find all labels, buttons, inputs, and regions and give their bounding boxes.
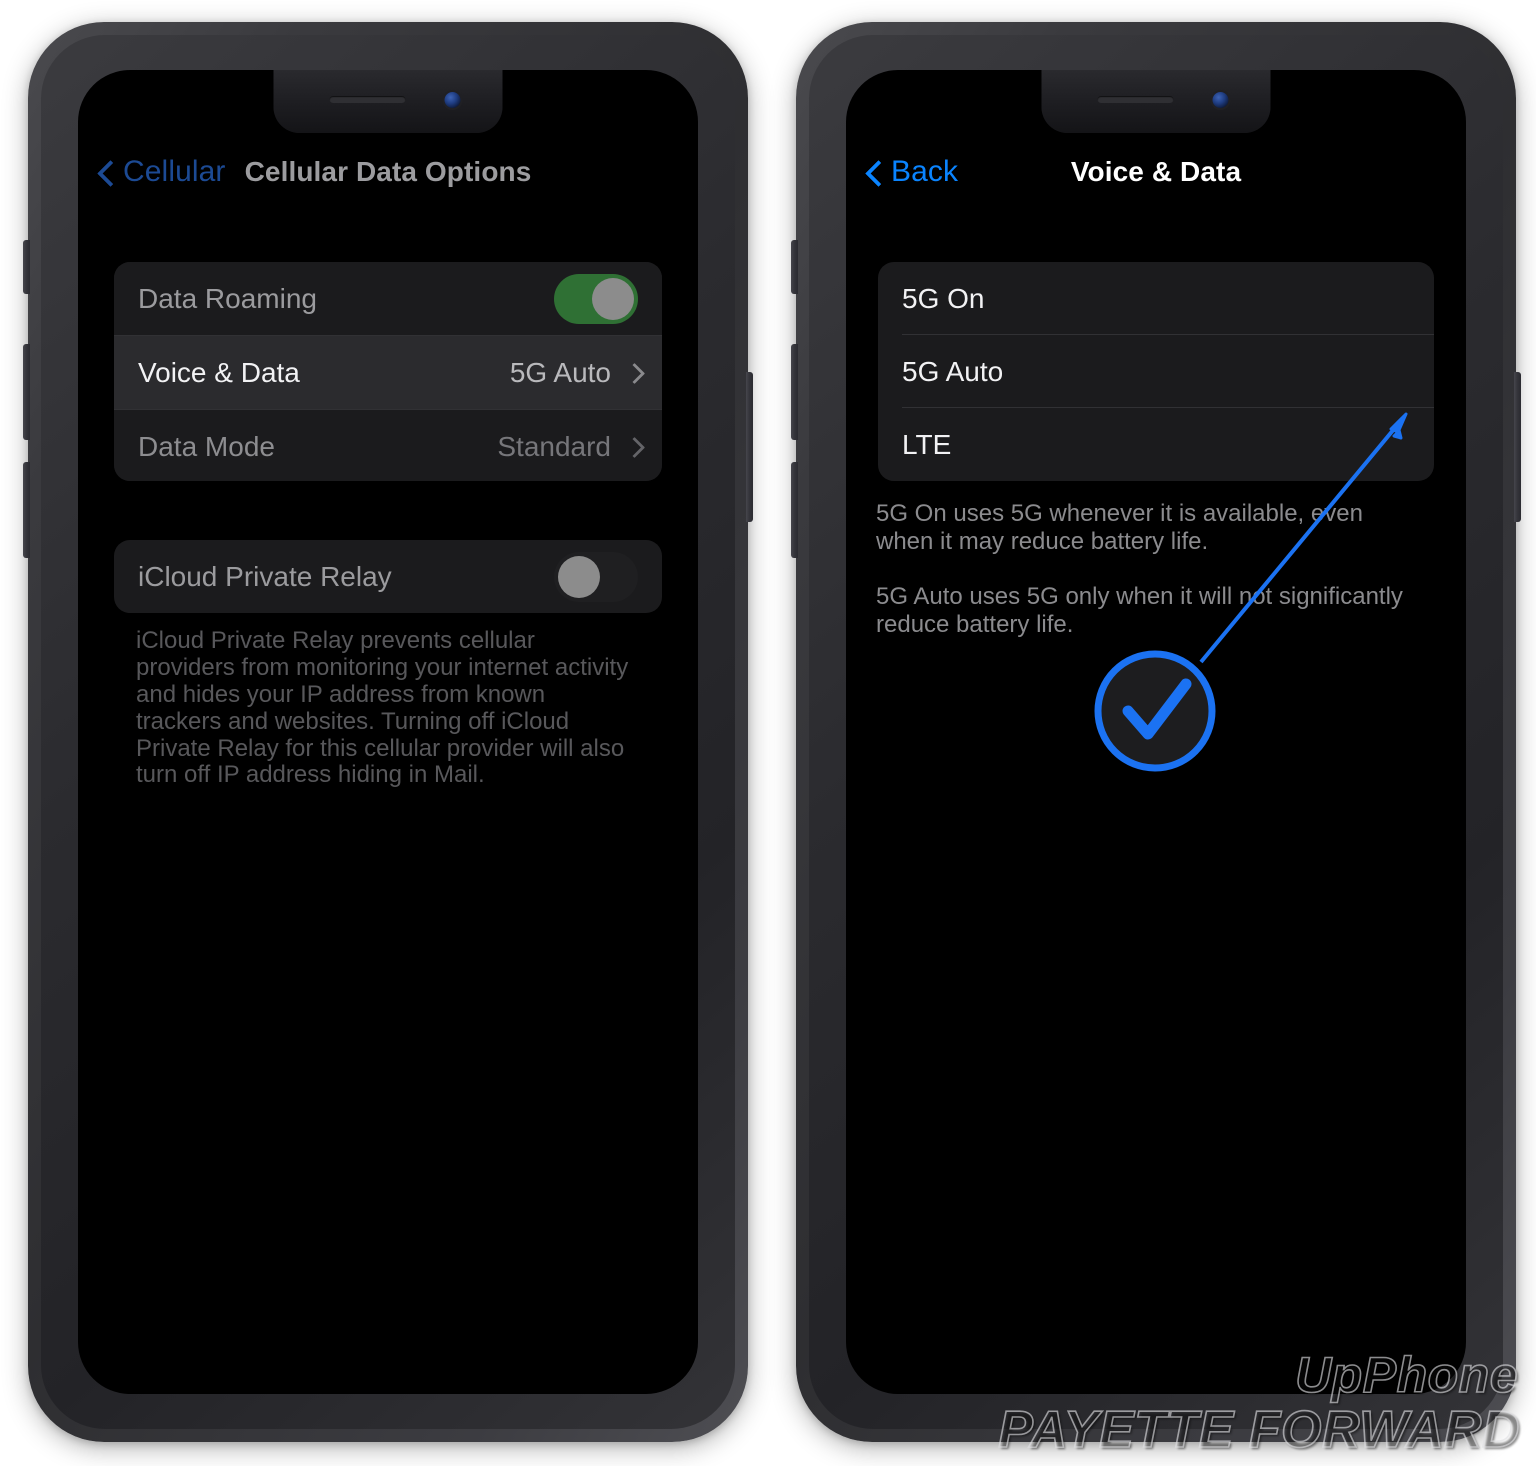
volume-up-button[interactable] <box>791 344 798 440</box>
row-voice-and-data[interactable]: Voice & Data 5G Auto <box>114 335 662 410</box>
chevron-right-icon <box>627 363 638 382</box>
option-5g-on[interactable]: 5G On <box>878 262 1434 335</box>
settings-group-private-relay: iCloud Private Relay <box>114 540 662 613</box>
volume-up-button[interactable] <box>23 344 30 440</box>
row-data-roaming[interactable]: Data Roaming <box>114 262 662 335</box>
phone-right: Back Voice & Data 5G On 5G Auto LTE 5G O… <box>791 22 1521 1442</box>
row-voice-and-data-value: 5G Auto <box>509 356 611 388</box>
watermark-payette-forward: PAYETTE FORWARD <box>997 1400 1520 1460</box>
row-data-mode-value: Standard <box>497 430 611 462</box>
row-data-mode-label: Data Mode <box>138 430 275 462</box>
settings-group-cellular-data: Data Roaming Voice & Data 5G Auto Data M… <box>114 262 662 481</box>
row-icloud-private-relay[interactable]: iCloud Private Relay <box>114 540 662 613</box>
phone-right-screen: Back Voice & Data 5G On 5G Auto LTE 5G O… <box>846 70 1466 1394</box>
voice-data-options-list: 5G On 5G Auto LTE <box>878 262 1434 481</box>
power-button[interactable] <box>1514 372 1521 522</box>
option-lte-label: LTE <box>902 428 952 460</box>
notch <box>1041 70 1271 133</box>
navigation-bar-left: Cellular Cellular Data Options <box>78 148 698 196</box>
navigation-bar-right: Back Voice & Data <box>846 148 1466 196</box>
description-paragraph-1: 5G On uses 5G whenever it is available, … <box>876 500 1363 556</box>
icloud-private-relay-toggle[interactable] <box>554 551 638 602</box>
earpiece-speaker-icon <box>329 96 406 103</box>
row-voice-and-data-label: Voice & Data <box>138 356 300 388</box>
option-5g-auto-label: 5G Auto <box>902 355 1004 387</box>
page-title-left: Cellular Data Options <box>244 156 532 187</box>
volume-down-button[interactable] <box>23 462 30 558</box>
data-roaming-toggle[interactable] <box>554 273 638 324</box>
row-data-mode[interactable]: Data Mode Standard <box>114 410 662 481</box>
option-lte[interactable]: LTE <box>878 408 1434 481</box>
volume-down-button[interactable] <box>791 462 798 558</box>
watermark-upphone: UpPhone <box>1294 1346 1518 1404</box>
phone-left: Cellular Cellular Data Options Data Roam… <box>23 22 753 1442</box>
voice-data-description: 5G On uses 5G whenever it is available, … <box>876 500 1422 639</box>
row-icloud-private-relay-label: iCloud Private Relay <box>138 560 392 592</box>
mute-switch-button[interactable] <box>23 240 30 294</box>
row-data-roaming-label: Data Roaming <box>138 282 317 314</box>
chevron-right-icon <box>627 437 638 456</box>
front-camera-icon <box>444 92 461 108</box>
toggle-knob <box>558 555 600 598</box>
notch <box>273 70 503 133</box>
earpiece-speaker-icon <box>1097 96 1174 103</box>
option-5g-auto[interactable]: 5G Auto <box>878 335 1434 408</box>
page-title-right: Voice & Data <box>1070 156 1242 187</box>
phone-left-screen: Cellular Cellular Data Options Data Roam… <box>78 70 698 1394</box>
option-5g-on-label: 5G On <box>902 282 985 314</box>
description-paragraph-2: 5G Auto uses 5G only when it will not si… <box>876 583 1403 639</box>
toggle-knob <box>592 277 634 320</box>
mute-switch-button[interactable] <box>791 240 798 294</box>
front-camera-icon <box>1212 92 1229 108</box>
power-button[interactable] <box>746 372 753 522</box>
icloud-private-relay-footnote: iCloud Private Relay prevents cellular p… <box>136 627 629 789</box>
